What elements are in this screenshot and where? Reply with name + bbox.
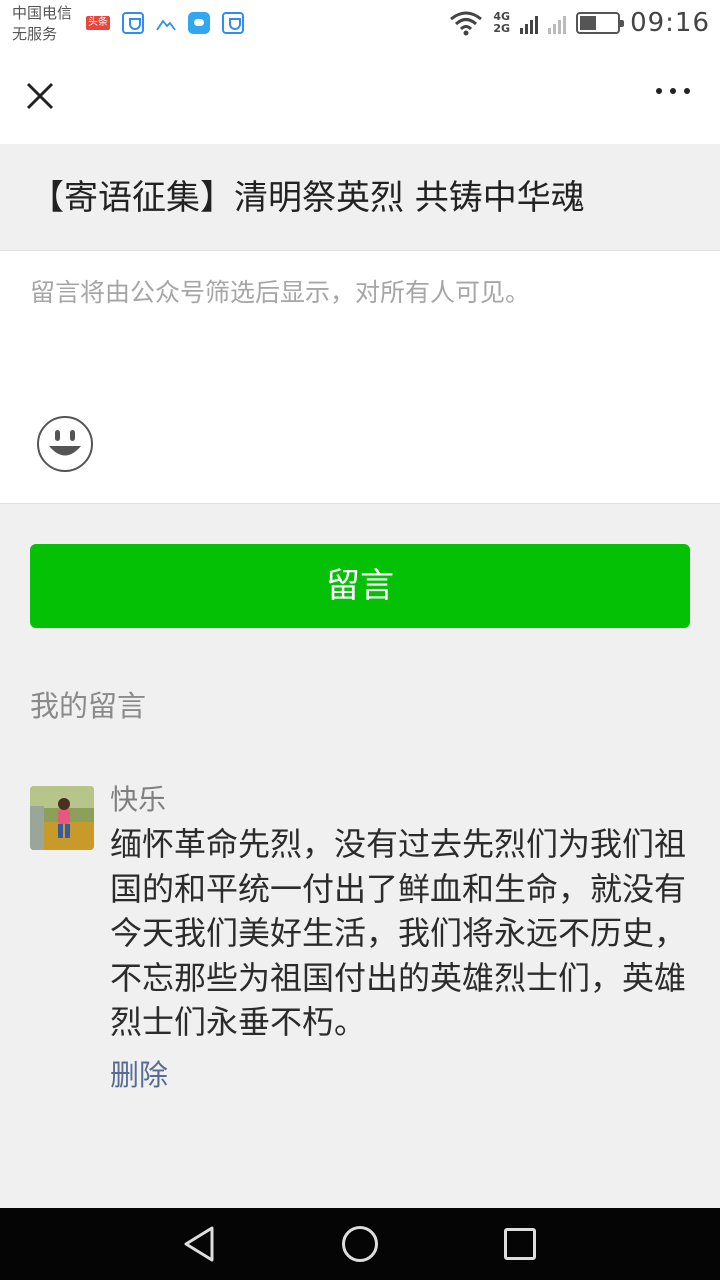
article-title: 【寄语征集】清明祭英烈 共铸中华魂 <box>30 178 585 218</box>
recent-apps-icon[interactable] <box>504 1228 536 1260</box>
comment-placeholder: 留言将由公众号筛选后显示，对所有人可见。 <box>30 278 531 307</box>
comment-text: 缅怀革命先烈，没有过去先烈们为我们祖国的和平统一付出了鲜血和生命，就没有今天我们… <box>110 825 687 1041</box>
close-icon[interactable] <box>20 76 60 116</box>
status-bar: 中国电信 无服务 头条 4G 2G 09:16 <box>0 0 720 50</box>
system-indicators: 4G 2G 09:16 <box>449 8 710 38</box>
avatar <box>30 786 94 850</box>
service-status: 无服务 <box>12 25 58 43</box>
navigation-bar <box>0 1208 720 1280</box>
shield-icon <box>122 12 144 34</box>
submit-comment-button[interactable]: 留言 <box>30 544 690 628</box>
back-icon[interactable] <box>180 1224 220 1264</box>
shield-icon <box>222 12 244 34</box>
comment-nickname: 快乐 <box>110 783 167 816</box>
message-bubble-icon <box>188 12 210 34</box>
toutiao-icon: 头条 <box>86 16 110 30</box>
comment-input[interactable]: 留言将由公众号筛选后显示，对所有人可见。 <box>0 251 720 504</box>
comment-body: 快乐 缅怀革命先烈，没有过去先烈们为我们祖国的和平统一付出了鲜血和生命，就没有今… <box>110 782 690 1095</box>
signal-icon <box>520 12 539 34</box>
mountain-icon <box>156 19 176 31</box>
toolbar <box>0 50 720 144</box>
more-icon[interactable] <box>656 88 690 94</box>
network-type: 4G 2G <box>493 11 510 35</box>
article-header: 【寄语征集】清明祭英烈 共铸中华魂 <box>0 144 720 251</box>
my-comments-heading: 我的留言 <box>30 689 147 723</box>
carrier-info: 中国电信 无服务 <box>12 3 72 45</box>
smiley-icon[interactable] <box>36 415 94 473</box>
home-icon[interactable] <box>342 1226 378 1262</box>
clock: 09:16 <box>630 8 710 38</box>
delete-comment-link[interactable]: 删除 <box>110 1055 690 1095</box>
battery-icon <box>576 12 625 34</box>
network-2g-label: 2G <box>493 22 511 35</box>
battery-level <box>580 16 597 30</box>
no-signal-icon <box>548 12 567 34</box>
wifi-icon <box>450 11 483 36</box>
carrier-name: 中国电信 <box>12 4 73 22</box>
notification-icons: 头条 <box>86 12 244 34</box>
